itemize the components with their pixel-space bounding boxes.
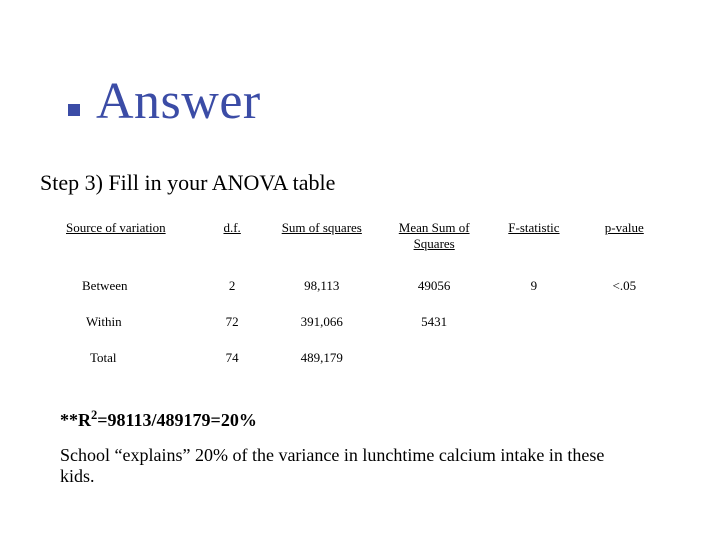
table-row: Total 74 489,179 — [62, 332, 668, 366]
explain-line: School “explains” 20% of the variance in… — [60, 445, 620, 487]
cell-p — [581, 332, 668, 366]
hdr-ss: Sum of squares — [264, 220, 379, 258]
cell-f — [489, 296, 578, 330]
r-squared-line: **R2=98113/489179=20% — [60, 410, 620, 431]
cell-ms: 5431 — [381, 296, 487, 330]
cell-ss: 489,179 — [264, 332, 379, 366]
cell-f: 9 — [489, 260, 578, 294]
cell-f — [489, 332, 578, 366]
slide-title: Answer — [96, 72, 261, 131]
table-row: Between 2 98,113 49056 9 <.05 — [62, 260, 668, 294]
cell-df: 74 — [202, 332, 263, 366]
r2-suffix: =98113/489179=20% — [97, 410, 257, 430]
cell-ms: 49056 — [381, 260, 487, 294]
step-label: Step 3) Fill in your ANOVA table — [40, 170, 335, 196]
cell-ms — [381, 332, 487, 366]
r2-prefix: **R — [60, 410, 91, 430]
anova-table: Source of variation d.f. Sum of squares … — [60, 218, 670, 368]
bullet-icon — [68, 104, 80, 116]
title-block: Answer — [68, 72, 261, 131]
cell-df: 2 — [202, 260, 263, 294]
table-row: Within 72 391,066 5431 — [62, 296, 668, 330]
cell-ss: 98,113 — [264, 260, 379, 294]
cell-p: <.05 — [581, 260, 668, 294]
footer-block: **R2=98113/489179=20% School “explains” … — [60, 410, 620, 487]
cell-p — [581, 296, 668, 330]
cell-source: Total — [62, 332, 200, 366]
hdr-source: Source of variation — [62, 220, 200, 258]
table-header-row: Source of variation d.f. Sum of squares … — [62, 220, 668, 258]
cell-source: Within — [62, 296, 200, 330]
cell-ss: 391,066 — [264, 296, 379, 330]
cell-source: Between — [62, 260, 200, 294]
hdr-ms: Mean Sum of Squares — [381, 220, 487, 258]
hdr-df: d.f. — [202, 220, 263, 258]
hdr-p: p-value — [581, 220, 668, 258]
hdr-f: F-statistic — [489, 220, 578, 258]
cell-df: 72 — [202, 296, 263, 330]
